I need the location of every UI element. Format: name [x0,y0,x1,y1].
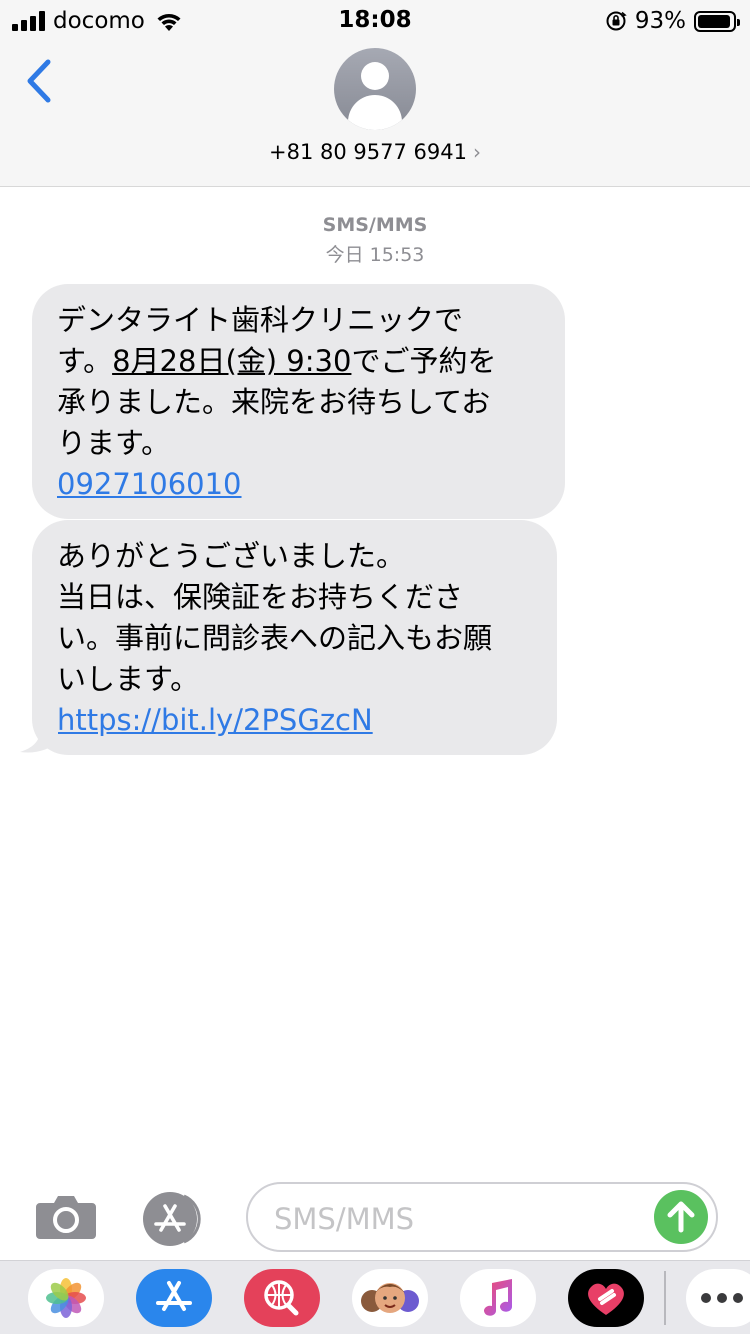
web-search-app-button[interactable] [244,1269,320,1327]
apps-button[interactable] [140,1192,214,1246]
music-note-icon [484,1279,512,1316]
contact-avatar[interactable] [334,48,416,130]
back-button[interactable] [22,56,62,106]
memoji-icon [361,1283,419,1313]
received-message-bubble[interactable]: ありがとうございました。 当日は、保険証をお持ちくださ い。事前に問診表への記入… [32,520,557,755]
date-link[interactable]: 8月28日(金) 9:30 [112,344,351,378]
conversation-header: docomo 18:08 93% +81 80 9577 6941 › [0,0,750,187]
status-right: 93% [605,7,740,35]
url-link[interactable]: https://bit.ly/2PSGzcN [57,703,373,737]
battery-percentage: 93% [634,8,686,34]
more-icon [701,1293,743,1303]
contact-details-button[interactable]: +81 80 9577 6941 › [0,140,750,164]
message-text-line: 当日は、保険証をお持ちくださ [57,580,464,614]
photos-icon [46,1278,86,1318]
message-composer: SMS/MMS [0,1176,750,1260]
app-store-icon [143,1192,201,1246]
camera-icon [36,1196,96,1239]
message-text-line: ります。 [57,426,171,460]
bubble-tail-icon [20,700,58,753]
message-text-line: す。8月28日(金) 9:30でご予約を [57,344,497,378]
message-text-line: ありがとうございました。 [57,539,406,573]
globe-search-icon [264,1280,299,1316]
memoji-app-button[interactable] [352,1269,428,1327]
imessage-app-drawer [0,1260,750,1334]
message-input-placeholder: SMS/MMS [274,1202,415,1236]
chevron-left-icon [27,59,51,103]
app-store-icon [156,1281,192,1311]
message-text-line: いします。 [57,662,200,696]
drawer-divider [664,1271,666,1325]
more-apps-button[interactable] [686,1269,750,1327]
message-text-line: い。事前に問診表への記入もお願 [57,621,493,655]
received-message-bubble[interactable]: デンタライト歯科クリニックで す。8月28日(金) 9:30でご予約を 承りまし… [32,284,565,519]
status-bar: docomo 18:08 93% [0,0,750,40]
heart-icon [588,1283,624,1315]
contact-phone-number: +81 80 9577 6941 [269,140,467,164]
photos-app-button[interactable] [28,1269,104,1327]
app-store-app-button[interactable] [136,1269,212,1327]
thread-service-label: SMS/MMS [322,214,428,236]
phone-number-link[interactable]: 0927106010 [57,467,242,501]
music-app-button[interactable] [460,1269,536,1327]
message-text-line: デンタライト歯科クリニックで [57,303,464,337]
message-text-line: 承りました。来院をお待ちしてお [57,385,491,419]
send-button[interactable] [654,1190,708,1244]
orientation-lock-icon [606,11,627,31]
message-input[interactable]: SMS/MMS [246,1182,718,1252]
digital-touch-app-button[interactable] [568,1269,644,1327]
battery-icon [694,10,740,32]
camera-button[interactable] [34,1193,98,1241]
arrow-up-icon [667,1201,695,1233]
thread-timestamp: 今日 15:53 [325,244,425,266]
chevron-right-icon: › [472,140,481,164]
